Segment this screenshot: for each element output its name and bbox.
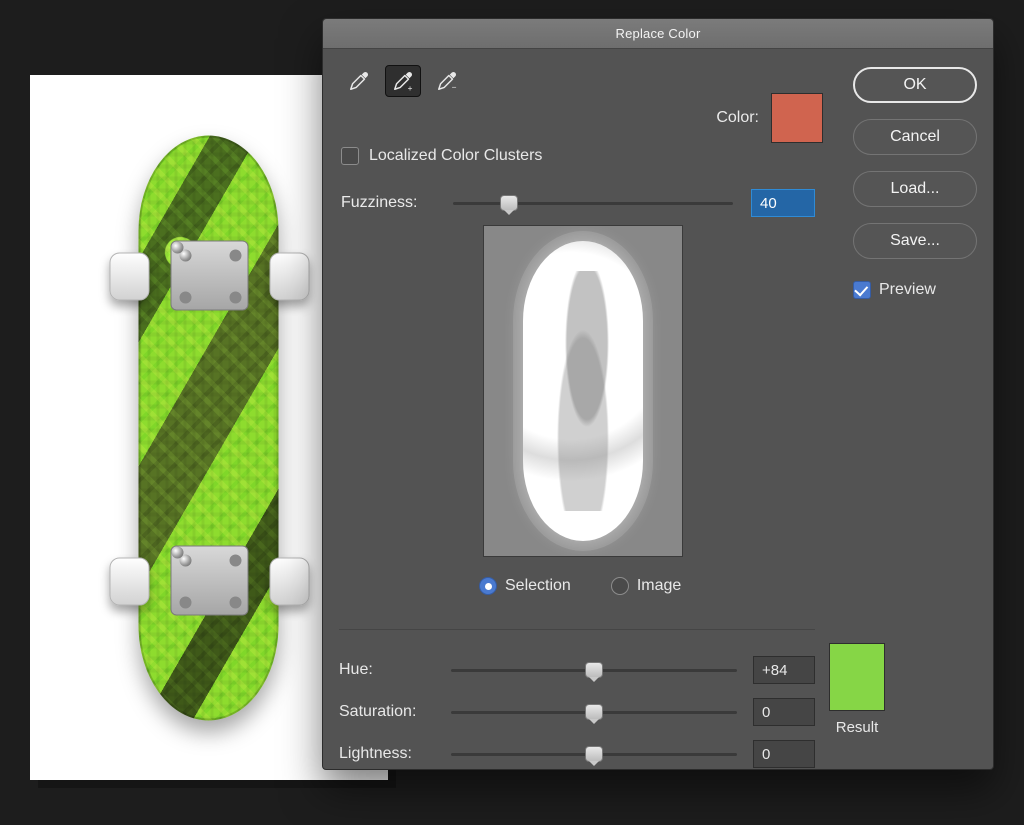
ok-label: OK [903,76,926,94]
svg-text:−: − [452,83,457,92]
hue-value: +84 [762,662,787,679]
fuzziness-slider[interactable] [453,202,733,205]
cancel-label: Cancel [890,128,940,146]
svg-text:+: + [408,84,413,92]
divider [339,629,815,630]
eyedropper-subtract-tool[interactable]: − [429,65,465,97]
fuzziness-row: Fuzziness: 40 [341,189,815,217]
saturation-label: Saturation: [339,703,451,721]
color-row: Color: [716,93,823,143]
result-label: Result [827,719,887,736]
saturation-row: Saturation: 0 [339,691,815,733]
radio-image[interactable]: Image [611,577,681,595]
ok-button[interactable]: OK [853,67,977,103]
replace-color-dialog: Replace Color + − [322,18,994,770]
cancel-button[interactable]: Cancel [853,119,977,155]
selection-preview[interactable] [483,225,683,557]
save-label: Save... [890,232,940,250]
radio-dot-icon [479,577,497,595]
wheel [269,557,309,605]
fuzziness-thumb[interactable] [500,195,518,211]
preview-checkbox[interactable] [853,281,871,299]
eyedropper-tool[interactable] [341,65,377,97]
color-label: Color: [716,109,759,127]
hue-slider[interactable] [451,669,737,672]
hue-thumb[interactable] [585,662,603,678]
preview-mode-radios: Selection Image [479,577,681,595]
truck-plate [170,545,248,615]
eyedropper-add-tool[interactable]: + [385,65,421,97]
radio-image-label: Image [637,577,681,595]
saturation-input[interactable]: 0 [753,698,815,726]
skateboard-graphic [117,135,302,720]
eyedropper-tools: + − [341,65,465,97]
truck-top [114,240,304,310]
lightness-label: Lightness: [339,745,451,763]
hsl-sliders: Hue: +84 Saturation: 0 Lightness: 0 [339,649,815,775]
hue-label: Hue: [339,661,451,679]
lightness-value: 0 [762,746,770,763]
wheel [109,557,149,605]
source-color-swatch[interactable] [771,93,823,143]
localized-row: Localized Color Clusters [341,147,542,165]
lightness-thumb[interactable] [585,746,603,762]
result-column: Result [815,643,887,736]
eyedropper-icon [348,70,370,92]
lightness-slider[interactable] [451,753,737,756]
save-button[interactable]: Save... [853,223,977,259]
dialog-sidebar: OK Cancel Load... Save... Preview [853,67,977,299]
saturation-value: 0 [762,704,770,721]
dialog-title: Replace Color [616,26,701,41]
truck-bottom [114,545,304,615]
result-color-swatch[interactable] [829,643,885,711]
radio-selection[interactable]: Selection [479,577,571,595]
preview-row: Preview [853,281,977,299]
dialog-titlebar[interactable]: Replace Color [323,19,993,49]
hue-row: Hue: +84 [339,649,815,691]
localized-label: Localized Color Clusters [369,147,542,165]
preview-label: Preview [879,281,936,299]
wheel [109,252,149,300]
saturation-thumb[interactable] [585,704,603,720]
lightness-input[interactable]: 0 [753,740,815,768]
truck-plate [170,240,248,310]
load-label: Load... [891,180,940,198]
radio-selection-label: Selection [505,577,571,595]
hue-input[interactable]: +84 [753,656,815,684]
eyedropper-add-icon: + [392,70,414,92]
lightness-row: Lightness: 0 [339,733,815,775]
selection-mask [523,241,643,541]
radio-dot-icon [611,577,629,595]
load-button[interactable]: Load... [853,171,977,207]
saturation-slider[interactable] [451,711,737,714]
fuzziness-value: 40 [760,195,777,212]
localized-checkbox[interactable] [341,147,359,165]
fuzziness-input[interactable]: 40 [751,189,815,217]
wheel [269,252,309,300]
eyedropper-subtract-icon: − [436,70,458,92]
skateboard-deck [139,135,279,720]
dialog-body: + − Color: OK Cancel Load... Save... [323,49,993,769]
fuzziness-label: Fuzziness: [341,194,453,212]
